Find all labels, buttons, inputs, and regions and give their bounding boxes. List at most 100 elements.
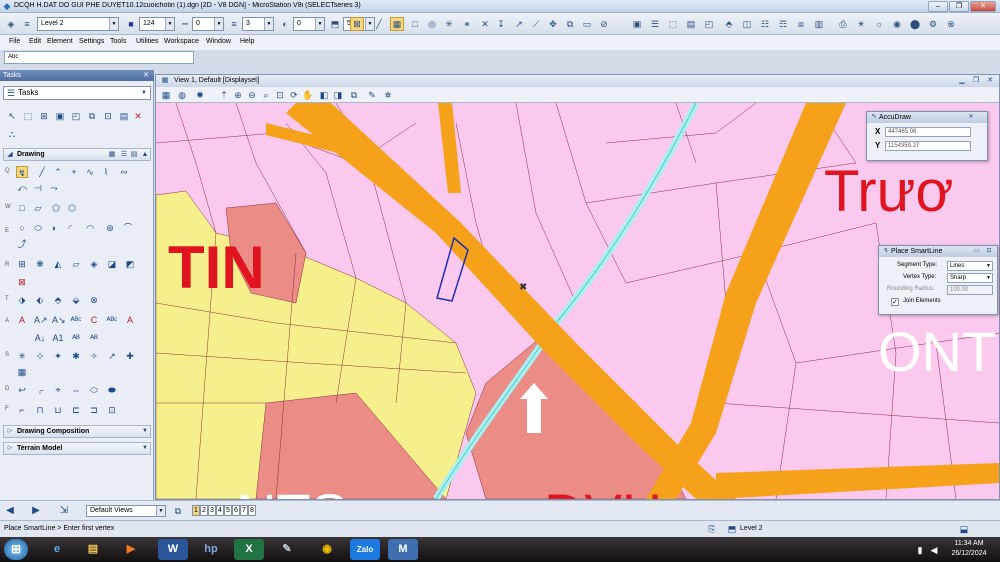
- line-style-icon[interactable]: ┅: [178, 17, 192, 31]
- word-icon[interactable]: W: [158, 539, 188, 560]
- save-status-icon[interactable]: ⎘: [706, 523, 718, 535]
- place-line-icon[interactable]: ╱: [36, 166, 48, 178]
- shape-tool-icon[interactable]: ▦: [390, 17, 404, 31]
- lights-icon[interactable]: ☼: [872, 17, 886, 31]
- point-icon[interactable]: +: [68, 166, 80, 178]
- pattern-icon[interactable]: ❋: [34, 258, 46, 270]
- line-style-combo[interactable]: 0 ▼: [192, 17, 224, 31]
- level-combo[interactable]: Level 2 ▼: [37, 17, 119, 31]
- trim-tool-icon[interactable]: ⟋: [529, 17, 543, 31]
- menu-element[interactable]: Element: [47, 38, 73, 45]
- print-icon[interactable]: ⎙: [836, 17, 850, 31]
- project-explorer-icon[interactable]: ▥: [812, 17, 826, 31]
- change-text-icon[interactable]: ᴬᴮᶜ: [106, 314, 118, 326]
- saved-views-icon[interactable]: ⬘: [722, 17, 736, 31]
- circle-icon[interactable]: ○: [16, 222, 28, 234]
- menu-help[interactable]: Help: [240, 38, 254, 45]
- menu-file[interactable]: File: [9, 38, 20, 45]
- view-button-7[interactable]: 7: [240, 505, 248, 516]
- tasks-close-icon[interactable]: ✕: [140, 70, 152, 81]
- segment-type-select[interactable]: Lines ▼: [947, 261, 993, 271]
- accudraw-y-field[interactable]: 1154359.27: [885, 141, 971, 151]
- transparency-combo[interactable]: 0 ▼: [293, 17, 325, 31]
- text-increment-icon[interactable]: A1: [52, 332, 64, 344]
- arc-icon[interactable]: ◗: [48, 222, 60, 234]
- extend-icon[interactable]: ⬙: [70, 294, 82, 306]
- forward-arrow-icon[interactable]: ▶: [30, 505, 42, 517]
- callout-icon[interactable]: ⌌: [34, 384, 46, 396]
- drawing-composition-header[interactable]: Drawing Composition: [3, 425, 151, 438]
- view-group-icon[interactable]: ⇲: [58, 505, 70, 517]
- stack-icon[interactable]: ⧈: [794, 17, 808, 31]
- orthogonal-shape-icon[interactable]: ⬠: [50, 202, 62, 214]
- modify-arc-icon[interactable]: ⊛: [104, 222, 116, 234]
- scanner-icon[interactable]: ✎: [272, 539, 302, 560]
- chrome-icon[interactable]: ◉: [312, 539, 342, 560]
- view-display-style-icon[interactable]: ◍: [176, 89, 188, 101]
- circle-tool-icon[interactable]: ◎: [425, 17, 439, 31]
- drawing-boundary-icon[interactable]: ⌐: [16, 404, 28, 416]
- point-tool-icon[interactable]: ✳: [442, 17, 456, 31]
- models-icon[interactable]: ◰: [702, 17, 716, 31]
- menu-settings[interactable]: Settings: [79, 38, 104, 45]
- start-button-icon[interactable]: ⊞: [4, 539, 28, 560]
- table-icon[interactable]: ▦: [16, 366, 28, 378]
- modify-tool-icon[interactable]: ↗: [512, 17, 526, 31]
- drawing-canvas[interactable]: ✖ TIN Trươ ONT NTS DVH: [156, 103, 999, 499]
- edit-text-icon[interactable]: A↗: [34, 314, 48, 326]
- transparency-icon[interactable]: ◐: [278, 17, 292, 31]
- detail-marker-icon[interactable]: ⌖: [52, 384, 64, 396]
- modify-element-icon[interactable]: ⬗: [16, 294, 28, 306]
- dimension-size-icon[interactable]: ✚: [124, 350, 136, 362]
- north-arrow-icon[interactable]: ⊡: [106, 404, 118, 416]
- arc-line-icon[interactable]: ⤺: [16, 182, 28, 194]
- dimension-linear-icon[interactable]: ⊹: [34, 350, 46, 362]
- construct-line-icon[interactable]: ⊣: [32, 182, 44, 194]
- measure-icon[interactable]: ⛬: [6, 128, 18, 140]
- hatch-icon[interactable]: ◭: [52, 258, 64, 270]
- network-icon[interactable]: ▮: [914, 544, 926, 556]
- tangent-icon[interactable]: ⤳: [48, 182, 60, 194]
- view-button-3[interactable]: 3: [208, 505, 216, 516]
- line-weight-icon[interactable]: ≡: [227, 17, 241, 31]
- insert-vertex-icon[interactable]: ⬖: [34, 294, 46, 306]
- view-button-2[interactable]: 2: [200, 505, 208, 516]
- spell-check-icon[interactable]: A↓: [34, 332, 46, 344]
- copy-tool-icon[interactable]: ⧉: [563, 17, 577, 31]
- view-button-6[interactable]: 6: [232, 505, 240, 516]
- annotation-icon[interactable]: ⊏: [70, 404, 82, 416]
- view-maximize-icon[interactable]: ❐: [970, 75, 982, 87]
- tasks-combo[interactable]: ☰ Tasks ▼: [3, 86, 151, 100]
- view-previous-icon[interactable]: ◧: [318, 89, 330, 101]
- view-settings-icon[interactable]: ✹: [194, 89, 206, 101]
- view-button-5[interactable]: 5: [224, 505, 232, 516]
- toggle-camera-icon[interactable]: ⛯: [382, 89, 394, 101]
- view-attributes-icon[interactable]: ▣: [630, 17, 644, 31]
- lock-status-icon[interactable]: ⬓: [958, 523, 970, 535]
- select-element-icon[interactable]: ↖: [6, 110, 18, 122]
- view-close-icon[interactable]: ✕: [984, 75, 996, 87]
- media-player-icon[interactable]: ▶: [116, 539, 146, 560]
- color-icon[interactable]: ■: [124, 17, 138, 31]
- materials-icon[interactable]: ◉: [890, 17, 904, 31]
- system-clock[interactable]: 11:34 AM 26/12/2024: [940, 539, 998, 559]
- rectangle-tool-icon[interactable]: □: [408, 17, 422, 31]
- delete-pattern-icon[interactable]: ◩: [124, 258, 136, 270]
- element-select-icon[interactable]: ⊠: [350, 17, 364, 31]
- microstation-taskbar-icon[interactable]: M: [388, 539, 418, 560]
- dimension-tool-icon[interactable]: ↧: [494, 17, 508, 31]
- view-minimize-icon[interactable]: ▁: [956, 75, 968, 87]
- hp-icon[interactable]: hp: [196, 539, 226, 560]
- text-along-icon[interactable]: A↘: [52, 314, 66, 326]
- no-entry-icon[interactable]: ⊗: [944, 17, 958, 31]
- internet-explorer-icon[interactable]: e: [42, 539, 72, 560]
- pan-view-icon[interactable]: ✋: [302, 89, 314, 101]
- area-pattern-icon[interactable]: ◈: [88, 258, 100, 270]
- dimension-element-icon[interactable]: ↗: [106, 350, 118, 362]
- menu-tools[interactable]: Tools: [110, 38, 126, 45]
- shape-icon[interactable]: ▱: [32, 202, 44, 214]
- menu-utilities[interactable]: Utilities: [136, 38, 159, 45]
- place-note-icon[interactable]: C: [88, 314, 100, 326]
- move-tool-icon[interactable]: ✥: [546, 17, 560, 31]
- chevron-up-icon[interactable]: ▲: [139, 148, 151, 160]
